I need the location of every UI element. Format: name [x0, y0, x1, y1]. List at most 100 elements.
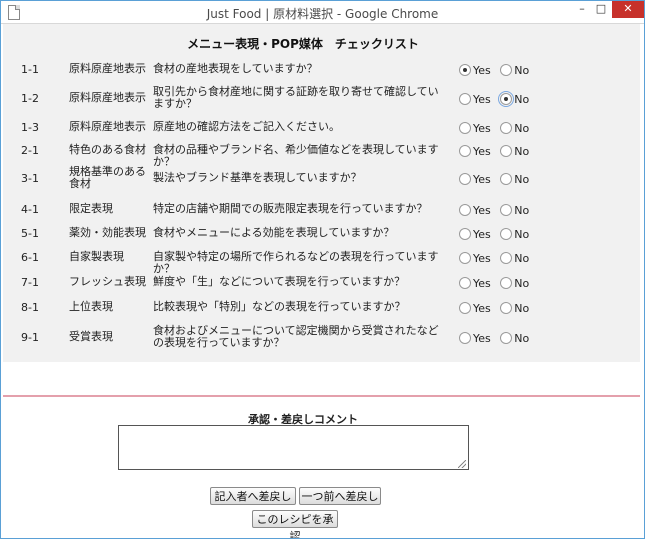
row-category: 上位表現 [69, 300, 113, 313]
row-category: 受賞表現 [69, 330, 113, 343]
row-id: 2-1 [21, 144, 39, 157]
yes-radio[interactable] [459, 122, 471, 134]
no-radio[interactable] [500, 64, 513, 76]
row-question: 食材の産地表現をしていますか？ [153, 62, 318, 75]
row-question: 原産地の確認方法をご記入ください。 [153, 120, 340, 133]
row-id: 9-1 [21, 331, 39, 344]
no-label: No [514, 63, 530, 77]
yes-no-options: Yes No [459, 276, 539, 290]
yes-radio[interactable] [459, 145, 471, 157]
yes-no-options: Yes No [459, 91, 539, 107]
no-label: No [514, 121, 530, 135]
row-category: 限定表現 [69, 202, 113, 215]
yes-no-options: Yes No [459, 144, 539, 158]
row-id: 7-1 [21, 276, 39, 289]
no-radio[interactable] [500, 228, 513, 240]
row-id: 8-1 [21, 301, 39, 314]
yes-label: Yes [473, 276, 491, 290]
row-question: 食材およびメニューについて認定機関から受賞されたなどの表現を行っていますか？ [153, 324, 439, 349]
yes-no-options: Yes No [459, 203, 539, 217]
yes-radio[interactable] [459, 302, 471, 314]
row-question: 食材の品種やブランド名、希少価値などを表現していますか？ [153, 143, 439, 168]
yes-radio[interactable] [459, 228, 471, 240]
checklist-row: 1-2 原料原産地表示 取引先から食材産地に関する証跡を取り寄せて確認しています… [3, 86, 640, 112]
return-to-author-button[interactable]: 記入者へ差戻し [210, 487, 296, 505]
yes-radio[interactable] [459, 332, 471, 344]
yes-radio[interactable] [459, 252, 471, 264]
row-question: 鮮度や「生」などについて表現を行っていますか？ [153, 275, 406, 288]
window-title: Just Food | 原材料選択 - Google Chrome [206, 7, 439, 21]
approval-comment-textarea[interactable] [118, 425, 469, 470]
yes-radio[interactable] [459, 277, 471, 289]
no-label: No [514, 331, 530, 345]
yes-label: Yes [473, 92, 491, 106]
checklist-row: 5-1 薬効・効能表現 食材やメニューによる効能を表現していますか？ Yes N… [3, 221, 640, 247]
yes-label: Yes [473, 301, 491, 315]
page-content: メニュー表現・POP媒体 チェックリスト 1-1 原料原産地表示 食材の産地表現… [3, 24, 640, 538]
no-label: No [514, 203, 530, 217]
yes-radio[interactable] [459, 173, 471, 185]
minimize-button[interactable]: – [573, 1, 591, 18]
no-label: No [514, 276, 530, 290]
row-category: 原料原産地表示 [69, 120, 146, 133]
no-label: No [514, 301, 530, 315]
yes-no-options: Yes No [459, 227, 539, 241]
checklist-row: 8-1 上位表現 比較表現や「特別」などの表現を行っていますか？ Yes No [3, 295, 640, 321]
yes-no-options: Yes No [459, 331, 539, 345]
yes-label: Yes [473, 251, 491, 265]
no-label: No [514, 172, 530, 186]
checklist-row: 3-1 規格基準のある食材 製法やブランド基準を表現していますか？ Yes No [3, 166, 640, 192]
yes-label: Yes [473, 227, 491, 241]
row-category: 原料原産地表示 [69, 62, 146, 75]
row-id: 5-1 [21, 227, 39, 240]
row-question: 取引先から食材産地に関する証跡を取り寄せて確認していますか？ [153, 85, 439, 110]
yes-no-options: Yes No [459, 172, 539, 186]
yes-radio[interactable] [459, 64, 471, 76]
row-category: フレッシュ表現 [69, 275, 146, 288]
checklist-row: 7-1 フレッシュ表現 鮮度や「生」などについて表現を行っていますか？ Yes … [3, 270, 640, 296]
return-to-previous-button[interactable]: 一つ前へ差戻し [299, 487, 381, 505]
row-id: 6-1 [21, 251, 39, 264]
checklist-row: 6-1 自家製表現 自家製や特定の場所で作られるなどの表現を行っていますか？ Y… [3, 245, 640, 275]
resize-grip-icon[interactable] [458, 460, 466, 468]
no-radio[interactable] [500, 173, 513, 185]
no-label: No [514, 227, 530, 241]
maximize-button[interactable]: □ [592, 1, 610, 18]
checklist-row: 4-1 限定表現 特定の店舗や期間での販売限定表現を行っていますか？ Yes N… [3, 197, 640, 223]
no-label: No [514, 251, 530, 265]
yes-label: Yes [473, 172, 491, 186]
yes-label: Yes [473, 331, 491, 345]
row-id: 1-2 [21, 92, 39, 105]
yes-radio[interactable] [459, 204, 471, 216]
no-label: No [514, 92, 530, 106]
row-id: 1-1 [21, 63, 39, 76]
row-category: 規格基準のある食材 [69, 165, 146, 190]
close-button[interactable]: ✕ [612, 1, 644, 18]
no-radio[interactable] [500, 332, 513, 344]
yes-label: Yes [473, 203, 491, 217]
yes-label: Yes [473, 63, 491, 77]
approve-recipe-button[interactable]: このレシピを承認 [252, 510, 338, 538]
checklist-row: 1-1 原料原産地表示 食材の産地表現をしていますか？ Yes No [3, 57, 640, 83]
row-category: 特色のある食材 [69, 143, 146, 156]
no-radio[interactable] [500, 302, 513, 314]
row-id: 3-1 [21, 172, 39, 185]
row-question: 特定の店舗や期間での販売限定表現を行っていますか？ [153, 202, 428, 215]
no-radio[interactable] [500, 204, 513, 216]
row-question: 比較表現や「特別」などの表現を行っていますか？ [153, 300, 406, 313]
no-radio[interactable] [500, 277, 513, 289]
no-radio[interactable] [500, 122, 513, 134]
yes-radio[interactable] [459, 93, 471, 105]
yes-label: Yes [473, 144, 491, 158]
browser-window: Just Food | 原材料選択 - Google Chrome – □ ✕ … [0, 0, 645, 539]
no-radio[interactable] [500, 145, 513, 157]
checklist-row: 9-1 受賞表現 食材およびメニューについて認定機関から受賞されたなどの表現を行… [3, 325, 640, 351]
yes-no-options: Yes No [459, 301, 539, 315]
no-radio[interactable] [500, 252, 513, 264]
row-category: 薬効・効能表現 [69, 226, 146, 239]
yes-label: Yes [473, 121, 491, 135]
checklist-heading: メニュー表現・POP媒体 チェックリスト [187, 37, 419, 51]
section-divider [3, 395, 640, 397]
checklist-panel: メニュー表現・POP媒体 チェックリスト 1-1 原料原産地表示 食材の産地表現… [3, 24, 640, 362]
no-radio[interactable] [498, 91, 515, 107]
